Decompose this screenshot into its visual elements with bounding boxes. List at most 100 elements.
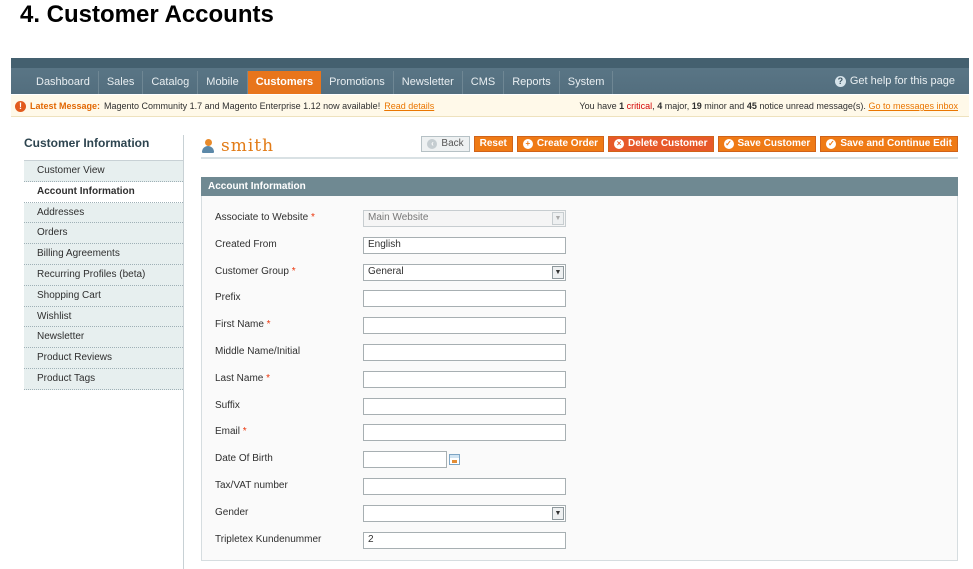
nav-item-reports[interactable]: Reports [504, 71, 560, 94]
minor-label: minor and [704, 101, 745, 111]
header-divider [201, 157, 958, 159]
messages-inbox-link[interactable]: Go to messages inbox [868, 101, 958, 111]
last-name-label: Last Name * [215, 373, 270, 384]
section-header: Account Information [201, 177, 958, 196]
prefix-input[interactable] [363, 290, 566, 308]
suffix-label: Suffix [215, 400, 240, 411]
tax-vat-number-label: Tax/VAT number [215, 480, 288, 491]
latest-message-text: Magento Community 1.7 and Magento Enterp… [104, 101, 381, 111]
back-arrow-icon: ‹ [427, 139, 438, 149]
created-from-value: English [368, 238, 401, 250]
nav-item-catalog[interactable]: Catalog [143, 71, 199, 94]
associate-to-website-select: Main Website ▼ [363, 210, 566, 227]
sidebar-tabs: Customer View Account Information Addresse… [24, 160, 183, 390]
chevron-down-icon: ▼ [552, 506, 564, 520]
customer-heading: smith [201, 136, 274, 156]
required-marker: * [263, 319, 271, 331]
calendar-icon[interactable] [449, 454, 460, 466]
check-icon: ✓ [826, 139, 837, 149]
prefix-label-text: Prefix [215, 292, 241, 304]
help-link[interactable]: ? Get help for this page [834, 75, 955, 87]
date-of-birth-label-text: Date Of Birth [215, 453, 273, 465]
tax-vat-number-label-text: Tax/VAT number [215, 480, 288, 491]
tripletex-kundenummer-input[interactable]: 2 [363, 531, 566, 549]
create-order-label: Create Order [536, 138, 599, 149]
nav-top-strip [11, 58, 969, 68]
unread-summary: You have 1 critical, 4 major, 19 minor a… [579, 101, 958, 111]
main-navigation: Dashboard Sales Catalog Mobile Customers Prom… [11, 58, 969, 94]
prefix-label: Prefix [215, 292, 241, 303]
associate-to-website-value: Main Website [368, 212, 429, 223]
required-marker: * [263, 372, 271, 384]
sidebar-tab-addresses[interactable]: Addresses [24, 202, 183, 224]
nav-item-dashboard[interactable]: Dashboard [28, 71, 99, 94]
sidebar-tab-wishlist[interactable]: Wishlist [24, 306, 183, 328]
date-of-birth-input[interactable] [363, 451, 447, 469]
delete-customer-button[interactable]: × Delete Customer [608, 136, 714, 152]
nav-item-customers[interactable]: Customers [247, 71, 322, 94]
required-marker: * [240, 426, 247, 438]
sidebar-tab-product-tags[interactable]: Product Tags [24, 368, 183, 390]
created-from-input[interactable]: English [363, 236, 566, 254]
gender-label: Gender [215, 507, 248, 518]
minor-count: 19 [691, 101, 702, 111]
reset-button-label: Reset [479, 138, 507, 149]
associate-to-website-label: Associate to Website * [215, 212, 315, 223]
major-label: major, [664, 101, 690, 111]
gender-select[interactable]: ▼ [363, 504, 566, 522]
save-continue-button[interactable]: ✓ Save and Continue Edit [820, 136, 958, 152]
help-icon: ? [834, 75, 846, 87]
latest-message: ! Latest Message: Magento Community 1.7 … [15, 95, 434, 117]
sidebar-tab-recurring-profiles-beta[interactable]: Recurring Profiles (beta) [24, 264, 183, 286]
nav-item-newsletter[interactable]: Newsletter [394, 71, 463, 94]
first-name-label-text: First Name [215, 319, 264, 331]
customer-group-select[interactable]: General ▼ [363, 263, 566, 281]
middle-name-initial-input[interactable] [363, 344, 566, 361]
nav-item-cms[interactable]: CMS [463, 71, 505, 94]
customer-icon [201, 139, 215, 153]
save-customer-button[interactable]: ✓ Save Customer [717, 136, 817, 152]
nav-item-system[interactable]: System [560, 71, 614, 94]
delete-customer-label: Delete Customer [628, 138, 708, 149]
date-of-birth-label: Date Of Birth [215, 453, 273, 464]
gender-label-text: Gender [215, 506, 249, 518]
sidebar-tab-account-information[interactable]: Account Information [24, 181, 183, 203]
suffix-label-text: Suffix [215, 399, 240, 411]
sidebar-divider [183, 135, 184, 569]
last-name-label-text: Last Name [215, 372, 264, 384]
sidebar-tab-customer-view[interactable]: Customer View [24, 161, 183, 182]
latest-message-label: Latest Message: [30, 101, 101, 111]
chevron-down-icon: ▼ [552, 212, 564, 225]
email-label: Email * [215, 426, 247, 437]
back-button[interactable]: ‹ Back [421, 136, 470, 152]
customer-group-label: Customer Group * [215, 266, 296, 277]
check-icon: ✓ [723, 139, 734, 149]
first-name-label: First Name * [215, 319, 271, 330]
help-label: Get help for this page [849, 75, 955, 87]
customer-group-value: General [368, 265, 404, 277]
create-order-button[interactable]: + Create Order [516, 136, 605, 152]
tax-vat-number-input[interactable] [363, 478, 566, 495]
nav-item-promotions[interactable]: Promotions [321, 71, 394, 94]
delete-icon: × [614, 139, 625, 149]
nav-item-mobile[interactable]: Mobile [198, 71, 248, 94]
suffix-input[interactable] [363, 397, 566, 415]
first-name-input[interactable] [363, 317, 566, 335]
critical-label: critical [626, 101, 653, 111]
account-form [201, 196, 958, 561]
nav-item-sales[interactable]: Sales [99, 71, 144, 94]
associate-to-website-label-text: Associate to Website [215, 212, 309, 223]
sidebar-tab-product-reviews[interactable]: Product Reviews [24, 348, 183, 369]
sidebar-tab-orders[interactable]: Orders [24, 223, 183, 245]
last-name-input[interactable] [363, 370, 566, 388]
sidebar-tab-shopping-cart[interactable]: Shopping Cart [24, 285, 183, 307]
tripletex-kundenummer-label-text: Tripletex Kundenummer [215, 533, 322, 545]
email-input[interactable] [363, 424, 566, 442]
sidebar-tab-newsletter[interactable]: Newsletter [24, 327, 183, 349]
reset-button[interactable]: Reset [473, 136, 513, 152]
read-details-link[interactable]: Read details [384, 95, 434, 117]
sidebar-tab-billing-agreements[interactable]: Billing Agreements [24, 244, 183, 265]
middle-name-initial-label: Middle Name/Initial [215, 346, 300, 357]
tripletex-kundenummer-value: 2 [368, 533, 374, 545]
warning-icon: ! [15, 100, 26, 112]
